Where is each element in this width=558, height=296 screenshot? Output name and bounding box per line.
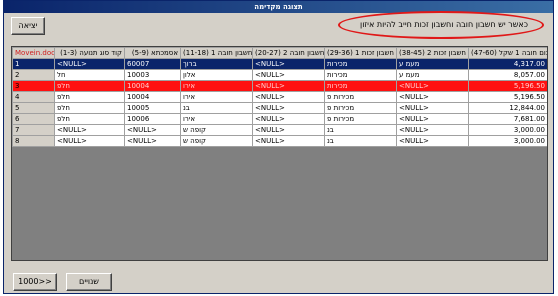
column-header[interactable]: אסמכתא (5-9) (124, 47, 181, 59)
table-row[interactable]: 3 חלפ 10004 אירו <NULL> מכירות <NULL> 5,196.50 (12, 80, 547, 92)
table-cell[interactable]: אירו (180, 80, 253, 92)
column-header[interactable]: חשבון זכות 2 (38-45) (396, 47, 469, 59)
table-row[interactable]: 4 חלפ 10004 אירו <NULL> מכירות פ <NULL> 5,196.5… (12, 91, 547, 103)
changes-button[interactable]: שנויים (66, 273, 112, 291)
table-cell[interactable]: ברוך (180, 58, 253, 70)
table-cell[interactable]: מכירות פ (324, 91, 397, 103)
table-cell[interactable]: <NULL> (124, 135, 181, 147)
table-row[interactable]: 8 <NULL> <NULL> קופה ש <NULL> בנ <NULL> 3,000.0… (12, 135, 547, 147)
table-cell[interactable]: 3,000.00 (468, 124, 547, 136)
annotation-ellipse (338, 11, 544, 39)
table-cell[interactable]: חלפ (54, 80, 125, 92)
table-cell[interactable]: 3,000.00 (468, 135, 547, 147)
table-row[interactable]: 1 <NULL> 60007 ברוך <NULL> מכירות מעמ ע 4,317.0… (12, 58, 547, 70)
table-cell[interactable]: <NULL> (396, 113, 469, 125)
column-header-file[interactable]: Movein.doc (12, 47, 55, 59)
table-cell[interactable]: <NULL> (252, 91, 325, 103)
next-page-button[interactable]: 1000>> (13, 273, 57, 291)
table-cell[interactable]: 5,196.50 (468, 80, 547, 92)
data-grid[interactable]: Movein.doc קוד סוג תנועה (1-3) אסמכתא (5… (11, 46, 548, 261)
table-cell[interactable]: בנ (324, 124, 397, 136)
table-cell[interactable]: מכירות (324, 80, 397, 92)
table-cell[interactable]: מכירות (324, 58, 397, 70)
row-number-cell[interactable]: 8 (12, 135, 55, 147)
table-cell[interactable]: 4,317.00 (468, 58, 547, 70)
table-header-row: Movein.doc קוד סוג תנועה (1-3) אסמכתא (5… (12, 47, 547, 59)
row-number-cell[interactable]: 4 (12, 91, 55, 103)
table-cell[interactable]: <NULL> (54, 58, 125, 70)
row-number-cell[interactable]: 2 (12, 69, 55, 81)
table-cell[interactable]: חלפ (54, 102, 125, 114)
table-cell[interactable]: 60007 (124, 58, 181, 70)
table-cell[interactable]: 7,681.00 (468, 113, 547, 125)
column-header[interactable]: חשבון זכות 1 (29-36) (324, 47, 397, 59)
table-cell[interactable]: <NULL> (396, 91, 469, 103)
row-number-cell[interactable]: 1 (12, 58, 55, 70)
column-header[interactable]: קוד סוג תנועה (1-3) (54, 47, 125, 59)
table-cell[interactable]: מכירות פ (324, 102, 397, 114)
table-cell[interactable]: <NULL> (396, 80, 469, 92)
table-cell[interactable]: <NULL> (396, 124, 469, 136)
table-row[interactable]: 5 חלפ 10005 בנ <NULL> מכירות פ <NULL> 12,844.00 (12, 102, 547, 114)
table-cell[interactable]: אירו (180, 91, 253, 103)
table-cell[interactable]: אלון (180, 69, 253, 81)
table-cell[interactable]: <NULL> (252, 135, 325, 147)
column-header[interactable]: חשבון חובה 2 (20-27) (252, 47, 325, 59)
table-cell[interactable]: בנ (324, 135, 397, 147)
table-cell[interactable]: קופה ש (180, 135, 253, 147)
row-number-cell[interactable]: 5 (12, 102, 55, 114)
table-cell[interactable]: <NULL> (252, 102, 325, 114)
row-number-cell[interactable]: 3 (12, 80, 55, 92)
table-cell[interactable]: <NULL> (252, 69, 325, 81)
table-cell[interactable]: חלפ (54, 113, 125, 125)
table-cell[interactable]: בנ (180, 102, 253, 114)
table-cell[interactable]: <NULL> (54, 124, 125, 136)
table-row[interactable]: 7 <NULL> <NULL> קופה ש <NULL> בנ <NULL> 3,000.0… (12, 124, 547, 136)
table-cell[interactable]: מעמ ע (396, 69, 469, 81)
table-cell[interactable]: קופה ש (180, 124, 253, 136)
table-cell[interactable]: <NULL> (252, 80, 325, 92)
table-cell[interactable]: <NULL> (54, 135, 125, 147)
table-cell[interactable]: 10005 (124, 102, 181, 114)
table-cell[interactable]: <NULL> (124, 124, 181, 136)
table-cell[interactable]: חל (54, 69, 125, 81)
table-cell[interactable]: 12,844.00 (468, 102, 547, 114)
preview-window: תצוגה מקדימה יציאה כאשר יש חשבון חובה וח… (3, 0, 554, 294)
table-cell[interactable]: <NULL> (396, 102, 469, 114)
table-cell[interactable]: אירו (180, 113, 253, 125)
table-cell[interactable]: <NULL> (252, 58, 325, 70)
row-number-cell[interactable]: 7 (12, 124, 55, 136)
data-table: Movein.doc קוד סוג תנועה (1-3) אסמכתא (5… (12, 47, 547, 147)
table-cell[interactable]: מכירות (324, 69, 397, 81)
table-cell[interactable]: <NULL> (252, 124, 325, 136)
row-number-cell[interactable]: 6 (12, 113, 55, 125)
table-row[interactable]: 2 חל 10003 אלון <NULL> מכירות מעמ ע 8,057.00 (12, 69, 547, 81)
table-cell[interactable]: 10004 (124, 91, 181, 103)
table-row[interactable]: 6 חלפ 10006 אירו <NULL> מכירות פ <NULL> 7,681.0… (12, 113, 547, 125)
exit-button[interactable]: יציאה (11, 17, 45, 35)
table-cell[interactable]: מכירות פ (324, 113, 397, 125)
table-cell[interactable]: 8,057.00 (468, 69, 547, 81)
table-cell[interactable]: 5,196.50 (468, 91, 547, 103)
table-cell[interactable]: חלפ (54, 91, 125, 103)
table-cell[interactable]: <NULL> (396, 135, 469, 147)
column-header[interactable]: חשבון חובה 1 (11-18) (180, 47, 253, 59)
table-cell[interactable]: מעמ ע (396, 58, 469, 70)
table-cell[interactable]: 10004 (124, 80, 181, 92)
table-cell[interactable]: 10006 (124, 113, 181, 125)
table-cell[interactable]: 10003 (124, 69, 181, 81)
table-cell[interactable]: <NULL> (252, 113, 325, 125)
column-header[interactable]: סכום חובה 1 שקל (47-60) (468, 47, 547, 59)
